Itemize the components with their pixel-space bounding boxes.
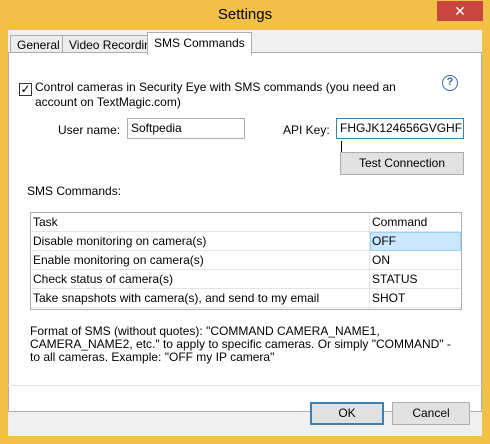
- username-input[interactable]: Softpedia: [127, 118, 245, 139]
- enable-sms-checkbox[interactable]: ✓: [19, 83, 32, 96]
- sms-commands-table: Task Command Disable monitoring on camer…: [30, 212, 462, 310]
- api-key-label: API Key:: [283, 123, 330, 137]
- close-icon: ✕: [454, 3, 466, 19]
- footer-divider: [8, 385, 482, 386]
- api-key-value: FHGJK124656GVGHF: [340, 121, 463, 135]
- tab-sms-commands[interactable]: SMS Commands: [147, 32, 252, 55]
- dialog-client-area: General Video Recording SMS Commands ✓ C…: [8, 30, 482, 436]
- table-row[interactable]: Disable monitoring on camera(s) OFF: [31, 232, 461, 251]
- sms-commands-label: SMS Commands:: [27, 184, 122, 198]
- username-value: Softpedia: [131, 121, 182, 135]
- task-cell: Enable monitoring on camera(s): [31, 251, 370, 270]
- close-button[interactable]: ✕: [437, 1, 483, 21]
- checkmark-icon: ✓: [20, 82, 31, 96]
- column-header-task[interactable]: Task: [31, 213, 370, 232]
- command-cell[interactable]: ON: [370, 251, 461, 270]
- sms-format-note: Format of SMS (without quotes): "COMMAND…: [30, 324, 451, 364]
- command-cell[interactable]: STATUS: [370, 270, 461, 289]
- task-cell: Take snapshots with camera(s), and send …: [31, 289, 370, 308]
- task-cell: Disable monitoring on camera(s): [31, 232, 370, 251]
- task-cell: Check status of camera(s): [31, 270, 370, 289]
- settings-window: Settings ✕ General Video Recording SMS C…: [0, 0, 490, 444]
- table-row[interactable]: Take snapshots with camera(s), and send …: [31, 289, 461, 308]
- command-cell[interactable]: SHOT: [370, 289, 461, 308]
- title-bar[interactable]: Settings ✕: [0, 0, 490, 30]
- username-label: User name:: [58, 123, 121, 137]
- help-icon[interactable]: ?: [442, 75, 458, 91]
- table-row[interactable]: Enable monitoring on camera(s) ON: [31, 251, 461, 270]
- api-key-input[interactable]: FHGJK124656GVGHF: [336, 118, 464, 155]
- test-connection-button[interactable]: Test Connection: [340, 152, 464, 175]
- window-title: Settings: [217, 6, 273, 23]
- column-header-command[interactable]: Command: [370, 213, 461, 232]
- enable-sms-label: Control cameras in Security Eye with SMS…: [35, 80, 396, 109]
- table-row[interactable]: Check status of camera(s) STATUS: [31, 270, 461, 289]
- command-cell[interactable]: OFF: [370, 232, 461, 251]
- cancel-button[interactable]: Cancel: [392, 402, 470, 425]
- ok-button[interactable]: OK: [310, 402, 384, 425]
- table-header-row: Task Command: [31, 213, 461, 232]
